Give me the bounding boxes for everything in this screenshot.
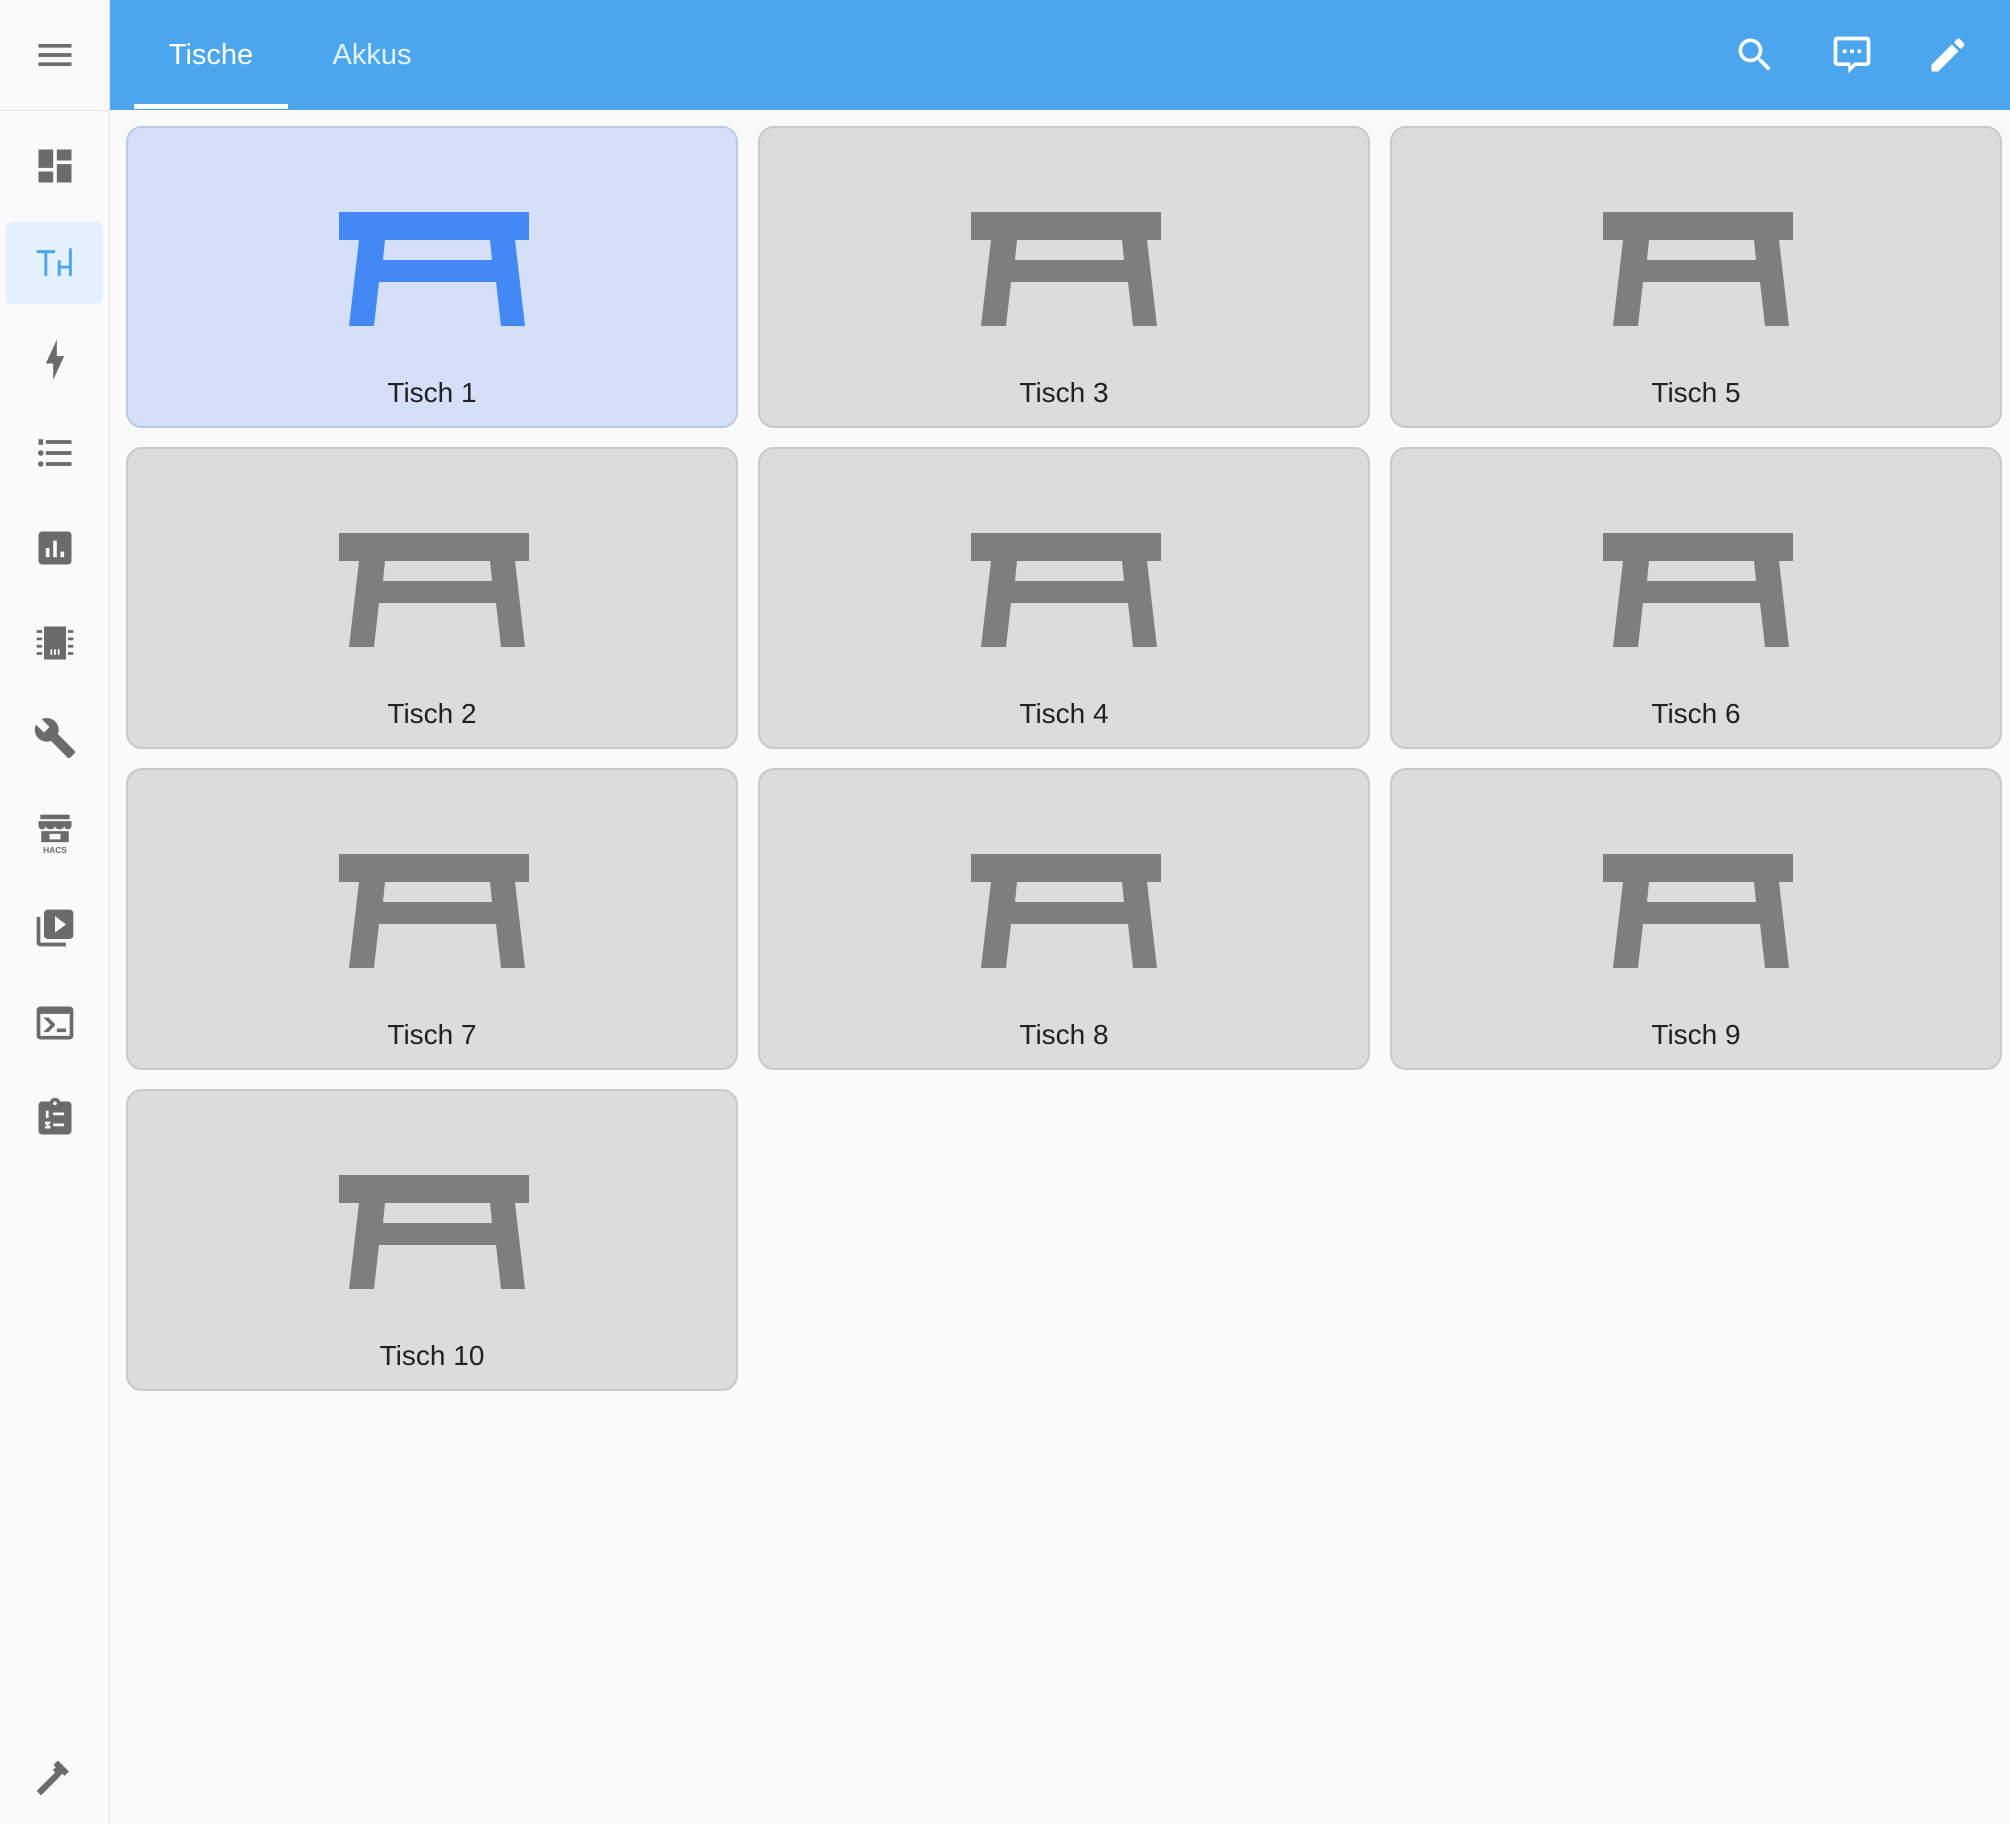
edit-pencil-icon [1931, 38, 1965, 72]
table-furniture-icon [971, 533, 1161, 647]
sidebar-item-media[interactable] [6, 887, 103, 969]
sidebar-item-settings[interactable] [6, 697, 103, 779]
table-furniture-icon [1603, 854, 1793, 968]
tile-card-label: Tisch 3 [1019, 377, 1109, 408]
table-furniture-icon [1603, 212, 1793, 326]
top-app-bar: Tische Akkus [110, 0, 2010, 110]
assist-message-icon [1833, 36, 1871, 74]
tile-card-label: Tisch 9 [1651, 1019, 1741, 1050]
tile-card-tisch-10[interactable]: Tisch 10 [126, 1089, 738, 1391]
hacs-badge-text: HACS [43, 845, 67, 855]
tile-card-tisch-7[interactable]: Tisch 7 [126, 768, 738, 1070]
sidebar-item-esphome[interactable] [6, 602, 103, 684]
lightning-bolt-icon [45, 339, 64, 380]
sidebar-item-overview[interactable] [6, 125, 103, 207]
search-icon [1738, 38, 1771, 71]
sidebar-item-logbook[interactable] [6, 412, 103, 494]
tile-card-tisch-2[interactable]: Tisch 2 [126, 447, 738, 749]
sidebar-item-developer-tools[interactable] [6, 1736, 103, 1818]
active-tab-indicator [134, 104, 288, 109]
search-button[interactable] [1725, 25, 1785, 85]
tile-card-label: Tisch 8 [1019, 1019, 1109, 1050]
table-furniture-icon [971, 854, 1161, 968]
tile-card-tisch-5[interactable]: Tisch 5 [1390, 126, 2002, 428]
sidebar-header [0, 0, 109, 111]
table-furniture-icon [339, 212, 529, 326]
tile-card-tisch-1[interactable]: Tisch 1 [126, 126, 738, 428]
tile-card-label: Tisch 2 [387, 698, 477, 729]
tile-card-tisch-9[interactable]: Tisch 9 [1390, 768, 2002, 1070]
sidebar-item-hacs[interactable]: HACS [6, 792, 103, 874]
table-furniture-icon [971, 212, 1161, 326]
tile-card-label: Tisch 4 [1019, 698, 1109, 729]
tile-card-label: Tisch 1 [387, 377, 477, 408]
chip-icon [36, 626, 73, 660]
tile-card-tisch-6[interactable]: Tisch 6 [1390, 447, 2002, 749]
sidebar: HACS [0, 0, 110, 1824]
table-furniture-icon [339, 1175, 529, 1289]
table-furniture-icon [1603, 533, 1793, 647]
table-furniture-icon [36, 248, 72, 276]
hacs-store-icon: HACS [38, 814, 71, 855]
assist-button[interactable] [1822, 25, 1882, 85]
table-furniture-icon [339, 854, 529, 968]
wrench-icon [34, 718, 75, 759]
format-list-icon [37, 439, 71, 467]
tile-card-tisch-4[interactable]: Tisch 4 [758, 447, 1370, 749]
sidebar-item-todo[interactable] [6, 1077, 103, 1159]
table-furniture-icon [339, 533, 529, 647]
sidebar-item-history[interactable] [6, 507, 103, 589]
console-icon [36, 1006, 73, 1040]
tab-akkus[interactable]: Akkus [306, 0, 438, 110]
sidebar-item-tische[interactable] [6, 222, 103, 304]
sidebar-item-energy[interactable] [6, 317, 103, 399]
tile-card-label: Tisch 6 [1651, 698, 1741, 729]
tile-card-label: Tisch 7 [387, 1019, 477, 1050]
play-box-multiple-icon [36, 909, 73, 947]
dashboard-icon [38, 149, 71, 183]
tab-tische[interactable]: Tische [134, 0, 288, 110]
clipboard-list-icon [38, 1097, 71, 1135]
chart-box-icon [38, 531, 71, 565]
sidebar-item-terminal[interactable] [6, 982, 103, 1064]
tile-card-label: Tisch 10 [379, 1340, 485, 1371]
menu-icon[interactable] [33, 33, 77, 77]
tile-card-tisch-8[interactable]: Tisch 8 [758, 768, 1370, 1070]
tile-card-tisch-3[interactable]: Tisch 3 [758, 126, 1370, 428]
edit-dashboard-button[interactable] [1918, 25, 1978, 85]
tile-card-label: Tisch 5 [1651, 377, 1741, 408]
hammer-icon [36, 1760, 69, 1796]
